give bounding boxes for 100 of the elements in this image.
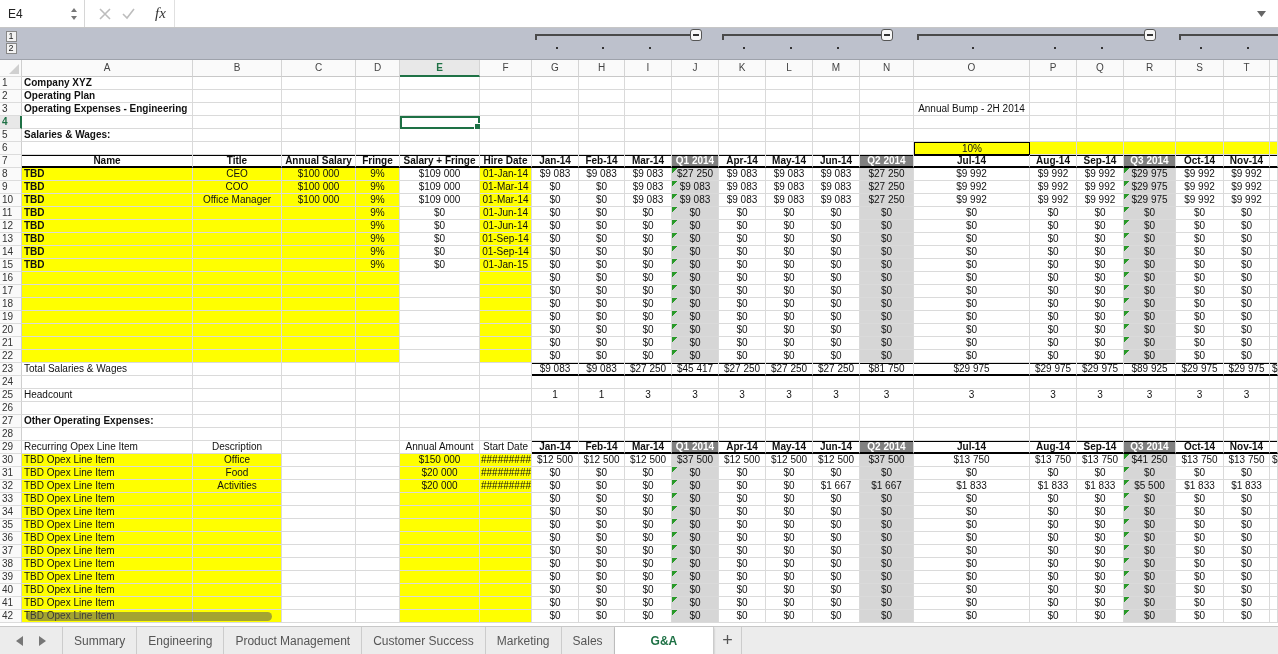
collapse-button[interactable] bbox=[881, 29, 893, 41]
table-cell: $29 975 bbox=[1176, 363, 1224, 376]
column-header[interactable]: C bbox=[282, 60, 356, 77]
empty-cell bbox=[1176, 415, 1224, 428]
row-header[interactable]: 1 bbox=[0, 77, 22, 90]
sheet-tab[interactable]: Product Management bbox=[224, 627, 363, 654]
row-header[interactable]: 25 bbox=[0, 389, 22, 402]
column-header[interactable]: Q bbox=[1077, 60, 1124, 77]
row-header[interactable]: 15 bbox=[0, 259, 22, 272]
column-header[interactable]: F bbox=[480, 60, 532, 77]
row-header[interactable]: 4 bbox=[0, 116, 22, 129]
left-arrow-icon[interactable] bbox=[16, 635, 23, 646]
empty-cell bbox=[625, 129, 672, 142]
row-header[interactable]: 13 bbox=[0, 233, 22, 246]
row-header[interactable]: 14 bbox=[0, 246, 22, 259]
row-header[interactable]: 37 bbox=[0, 545, 22, 558]
table-cell: Oct-14 bbox=[1176, 155, 1224, 168]
row-header[interactable]: 20 bbox=[0, 324, 22, 337]
row-header[interactable]: 35 bbox=[0, 519, 22, 532]
selected-cell[interactable] bbox=[400, 116, 480, 129]
column-header[interactable]: B bbox=[193, 60, 282, 77]
row-header[interactable]: 7 bbox=[0, 155, 22, 168]
row-header[interactable]: 5 bbox=[0, 129, 22, 142]
row-header[interactable]: 17 bbox=[0, 285, 22, 298]
row-header[interactable]: 22 bbox=[0, 350, 22, 363]
row-header[interactable]: 34 bbox=[0, 506, 22, 519]
row-header[interactable]: 26 bbox=[0, 402, 22, 415]
sheet-tab[interactable]: Sales bbox=[561, 627, 615, 654]
row-header[interactable]: 33 bbox=[0, 493, 22, 506]
row-header[interactable]: 40 bbox=[0, 584, 22, 597]
table-cell: $0 bbox=[860, 285, 914, 298]
sheet-tab[interactable]: G&A bbox=[614, 627, 715, 654]
column-header[interactable]: L bbox=[766, 60, 813, 77]
row-header[interactable]: 9 bbox=[0, 181, 22, 194]
row-header[interactable]: 2 bbox=[0, 90, 22, 103]
row-header[interactable]: 16 bbox=[0, 272, 22, 285]
table-cell: $0 bbox=[1124, 285, 1176, 298]
row-header[interactable]: 31 bbox=[0, 467, 22, 480]
outline-level-button[interactable]: 1 bbox=[5, 31, 17, 42]
add-sheet-button[interactable]: + bbox=[714, 627, 742, 654]
table-cell: $0 bbox=[579, 597, 625, 610]
row-header[interactable]: 42 bbox=[0, 610, 22, 623]
column-header[interactable]: E bbox=[400, 60, 480, 77]
sheet-tab[interactable]: Marketing bbox=[485, 627, 562, 654]
column-header[interactable]: O bbox=[914, 60, 1030, 77]
sheet-tab[interactable]: Customer Success bbox=[362, 627, 486, 654]
column-header[interactable]: M bbox=[813, 60, 860, 77]
empty-cell bbox=[766, 116, 813, 129]
fill-handle[interactable] bbox=[474, 123, 481, 130]
function-button[interactable]: fx bbox=[155, 5, 166, 22]
row-header[interactable]: 6 bbox=[0, 142, 22, 155]
row-header[interactable]: 8 bbox=[0, 168, 22, 181]
column-header[interactable]: I bbox=[625, 60, 672, 77]
sheet-tab[interactable]: Summary bbox=[63, 627, 138, 654]
column-header[interactable]: J bbox=[672, 60, 719, 77]
row-header[interactable]: 38 bbox=[0, 558, 22, 571]
table-cell: $0 bbox=[579, 272, 625, 285]
row-header[interactable]: 39 bbox=[0, 571, 22, 584]
column-header[interactable]: A bbox=[22, 60, 193, 77]
row-header[interactable]: 27 bbox=[0, 415, 22, 428]
table-cell: $20 000 bbox=[400, 467, 480, 480]
row-header[interactable]: 12 bbox=[0, 220, 22, 233]
column-header[interactable]: D bbox=[356, 60, 400, 77]
check-icon[interactable] bbox=[122, 7, 135, 20]
column-header[interactable]: T bbox=[1224, 60, 1270, 77]
column-header[interactable]: P bbox=[1030, 60, 1077, 77]
row-header[interactable]: 18 bbox=[0, 298, 22, 311]
name-box[interactable]: E4 bbox=[0, 0, 85, 27]
row-header[interactable]: 19 bbox=[0, 311, 22, 324]
column-header[interactable]: K bbox=[719, 60, 766, 77]
row-header[interactable]: 3 bbox=[0, 103, 22, 116]
collapse-button[interactable] bbox=[1144, 29, 1156, 41]
table-cell: $0 bbox=[532, 584, 579, 597]
column-header[interactable]: G bbox=[532, 60, 579, 77]
table-cell: $1 833 bbox=[1224, 480, 1270, 493]
row-header[interactable]: 29 bbox=[0, 441, 22, 454]
row-header[interactable]: 11 bbox=[0, 207, 22, 220]
row-header[interactable]: 32 bbox=[0, 480, 22, 493]
column-header[interactable]: N bbox=[860, 60, 914, 77]
stepper-icon[interactable] bbox=[70, 6, 78, 21]
row-header[interactable]: 24 bbox=[0, 376, 22, 389]
outline-level-button[interactable]: 2 bbox=[5, 43, 17, 54]
row-header[interactable]: 10 bbox=[0, 194, 22, 207]
sheet-tab[interactable]: Engineering bbox=[137, 627, 225, 654]
table-cell: $0 bbox=[672, 506, 719, 519]
scrollbar-thumb[interactable] bbox=[26, 612, 272, 621]
row-header[interactable]: 30 bbox=[0, 454, 22, 467]
row-header[interactable]: 36 bbox=[0, 532, 22, 545]
column-header[interactable]: S bbox=[1176, 60, 1224, 77]
collapse-button[interactable] bbox=[689, 29, 702, 41]
row-header[interactable]: 23 bbox=[0, 363, 22, 376]
column-header[interactable]: H bbox=[579, 60, 625, 77]
table-cell: $0 bbox=[532, 246, 579, 259]
right-arrow-icon[interactable] bbox=[39, 635, 46, 646]
row-header[interactable]: 41 bbox=[0, 597, 22, 610]
caret-icon[interactable] bbox=[1257, 10, 1266, 17]
row-header[interactable]: 28 bbox=[0, 428, 22, 441]
table-cell: $0 bbox=[579, 467, 625, 480]
column-header[interactable]: R bbox=[1124, 60, 1176, 77]
row-header[interactable]: 21 bbox=[0, 337, 22, 350]
